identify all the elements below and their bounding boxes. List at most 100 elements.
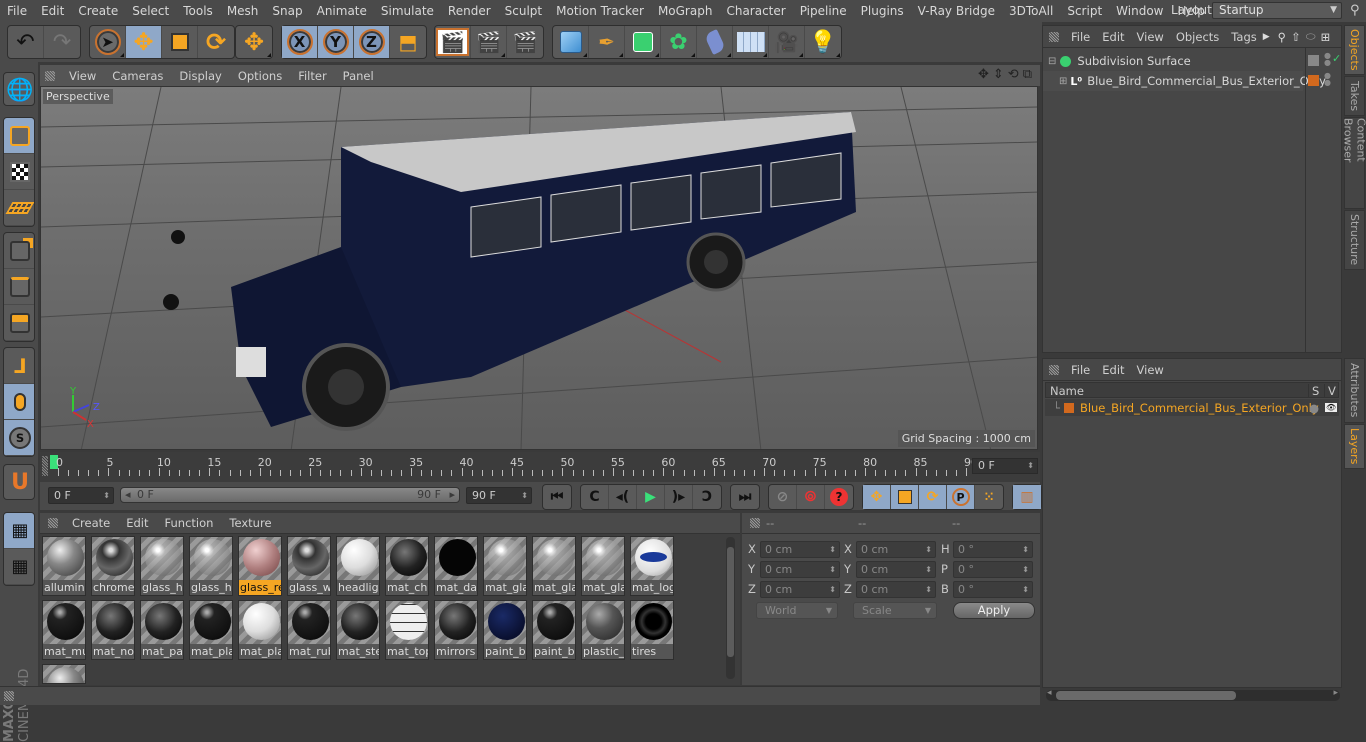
menu-file[interactable]: File — [0, 4, 34, 18]
material-swatch[interactable]: mat_gla — [483, 536, 527, 596]
viewport-menu-panel[interactable]: Panel — [335, 69, 382, 83]
layer-color-swatch[interactable] — [1308, 75, 1319, 86]
recent-tool-button[interactable]: ✥ — [236, 26, 272, 58]
timeline-ruler[interactable]: 0 5 10 15 20 25 30 35 40 45 50 55 60 65 70 75 80 85 90 0 F… — [40, 452, 1040, 482]
scroll-right-icon[interactable]: ▸ — [1333, 688, 1338, 698]
record-key-button[interactable]: ⊘ — [769, 485, 797, 509]
coordinate-value-field[interactable]: 0 ° ⬍ — [953, 581, 1033, 598]
maximize-view-icon[interactable]: ⧉ — [1023, 67, 1032, 82]
menu-select[interactable]: Select — [125, 4, 176, 18]
x-axis-button[interactable]: X — [282, 26, 318, 58]
coordinate-value-field[interactable]: 0 cm ⬍ — [856, 581, 936, 598]
lock-workplane-button[interactable]: ▦ — [4, 513, 34, 549]
model-mode-button[interactable] — [4, 118, 34, 154]
material-swatch[interactable]: mat_chr — [385, 536, 429, 596]
drag-handle[interactable] — [45, 70, 55, 81]
material-swatch[interactable]: mirrors — [434, 600, 478, 660]
next-frame-button[interactable]: )▸ — [665, 485, 693, 509]
menu-window[interactable]: Window — [1109, 4, 1170, 18]
material-swatch[interactable]: mat_log — [630, 536, 674, 596]
spinner-icon[interactable]: ⬍ — [925, 582, 932, 597]
menu-render[interactable]: Render — [441, 4, 498, 18]
drag-handle[interactable] — [1049, 364, 1059, 375]
material-swatch[interactable]: paint_b — [483, 600, 527, 660]
new-panel-icon[interactable]: ⊞ — [1321, 30, 1331, 44]
workplane-mode-button[interactable] — [4, 190, 34, 226]
edges-mode-button[interactable] — [4, 269, 34, 305]
frame-range-slider[interactable]: ◂ 0 F 90 F ▸ — [120, 487, 460, 503]
axis-mode-button[interactable]: ⅃ — [4, 348, 34, 384]
layer-menu-view[interactable]: View — [1131, 363, 1170, 377]
tab-structure[interactable]: Structure — [1344, 210, 1365, 270]
spinner-icon[interactable]: ⬍ — [103, 488, 110, 503]
spinner-icon[interactable]: ⬍ — [1022, 582, 1029, 597]
render-view-button[interactable]: 🎬 — [435, 26, 471, 58]
play-button[interactable]: ▶ — [637, 485, 665, 509]
layer-menu-file[interactable]: File — [1065, 363, 1096, 377]
coordinate-system-button[interactable]: ⬒ — [390, 26, 426, 58]
menu-edit[interactable]: Edit — [34, 4, 71, 18]
redo-button[interactable]: ↷ — [44, 26, 80, 58]
material-swatch[interactable]: mat_rub — [287, 600, 331, 660]
spinner-icon[interactable]: ⬍ — [829, 542, 836, 557]
undo-button[interactable]: ↶ — [8, 26, 44, 58]
material-swatch[interactable]: glass_w — [287, 536, 331, 596]
object-menu-tags[interactable]: Tags — [1225, 30, 1262, 44]
move-tool-button[interactable]: ✥ — [126, 26, 162, 58]
spinner-icon[interactable]: ⬍ — [829, 562, 836, 577]
subdivision-button[interactable] — [625, 26, 661, 58]
dolly-icon[interactable]: ⇕ — [993, 67, 1004, 82]
key-rotation-button[interactable]: ⟳ — [919, 485, 947, 509]
menu-script[interactable]: Script — [1060, 4, 1109, 18]
visible-column-header[interactable]: V — [1324, 384, 1336, 398]
pen-tool-button[interactable]: ✒ — [589, 26, 625, 58]
frame-ruler[interactable]: 0 5 10 15 20 25 30 35 40 45 50 55 60 65 70 75 80 85 90 — [50, 454, 978, 480]
camera-button[interactable]: 🎥 — [769, 26, 805, 58]
object-menu-objects[interactable]: Objects — [1170, 30, 1225, 44]
visibility-dots-icon[interactable]: ● ● — [1324, 52, 1331, 67]
texture-mode-button[interactable] — [4, 154, 34, 190]
home-arrow-icon[interactable]: ⇧ — [1291, 30, 1301, 44]
keyframe-selection-button[interactable]: ? — [825, 485, 853, 509]
visibility-toggle-icon[interactable]: ⬭ — [1306, 29, 1316, 44]
drag-handle[interactable] — [4, 691, 14, 701]
material-swatch[interactable]: mat_pla — [238, 600, 282, 660]
go-to-end-button[interactable]: ⏭ — [731, 485, 759, 509]
material-menu-create[interactable]: Create — [64, 516, 118, 530]
object-row-subdivision[interactable]: ⊟ Subdivision Surface — [1043, 51, 1303, 71]
visibility-dots-icon[interactable]: ● ● — [1324, 72, 1331, 87]
current-frame-field[interactable]: 0 F ⬍ — [972, 458, 1038, 474]
menu-create[interactable]: Create — [71, 4, 125, 18]
menu-vray-bridge[interactable]: V-Ray Bridge — [911, 4, 1002, 18]
pan-icon[interactable]: ✥ — [978, 67, 989, 82]
go-to-start-button[interactable]: ⏮ — [543, 485, 571, 509]
spinner-icon[interactable]: ⬍ — [925, 542, 932, 557]
orbit-icon[interactable]: ⟲ — [1008, 67, 1019, 82]
object-menu-file[interactable]: File — [1065, 30, 1096, 44]
spinner-icon[interactable]: ⬍ — [1027, 459, 1034, 473]
deformer-button[interactable] — [697, 26, 733, 58]
material-swatch[interactable]: paint_b — [532, 600, 576, 660]
apply-button[interactable]: Apply — [953, 602, 1035, 619]
material-swatch[interactable]: mat_gla — [532, 536, 576, 596]
range-right-arrow-icon[interactable]: ▸ — [449, 488, 455, 502]
menu-plugins[interactable]: Plugins — [854, 4, 911, 18]
material-swatch[interactable] — [42, 664, 86, 684]
material-swatch[interactable]: mat_mu — [42, 600, 86, 660]
coordinate-value-field[interactable]: 0 cm ⬍ — [760, 541, 840, 558]
floor-button[interactable] — [733, 26, 769, 58]
viewport-menu-options[interactable]: Options — [230, 69, 290, 83]
viewport-3d[interactable]: Y Z X Perspective Grid Spacing : 1000 cm — [40, 86, 1038, 450]
material-swatch[interactable]: mat_top — [385, 600, 429, 660]
tweak-mode-button[interactable] — [4, 384, 34, 420]
deformer-toggle-icon[interactable] — [1308, 55, 1319, 66]
magnet-button[interactable]: U — [4, 465, 34, 499]
range-left-arrow-icon[interactable]: ◂ — [125, 488, 131, 502]
tab-layers[interactable]: Layers — [1344, 424, 1365, 469]
material-swatch[interactable]: headligl — [336, 536, 380, 596]
previous-key-button[interactable]: C — [581, 485, 609, 509]
material-swatch[interactable]: mat_ste — [336, 600, 380, 660]
menu-sculpt[interactable]: Sculpt — [498, 4, 549, 18]
scroll-left-icon[interactable]: ◂ — [1047, 688, 1052, 698]
viewport-menu-display[interactable]: Display — [171, 69, 229, 83]
